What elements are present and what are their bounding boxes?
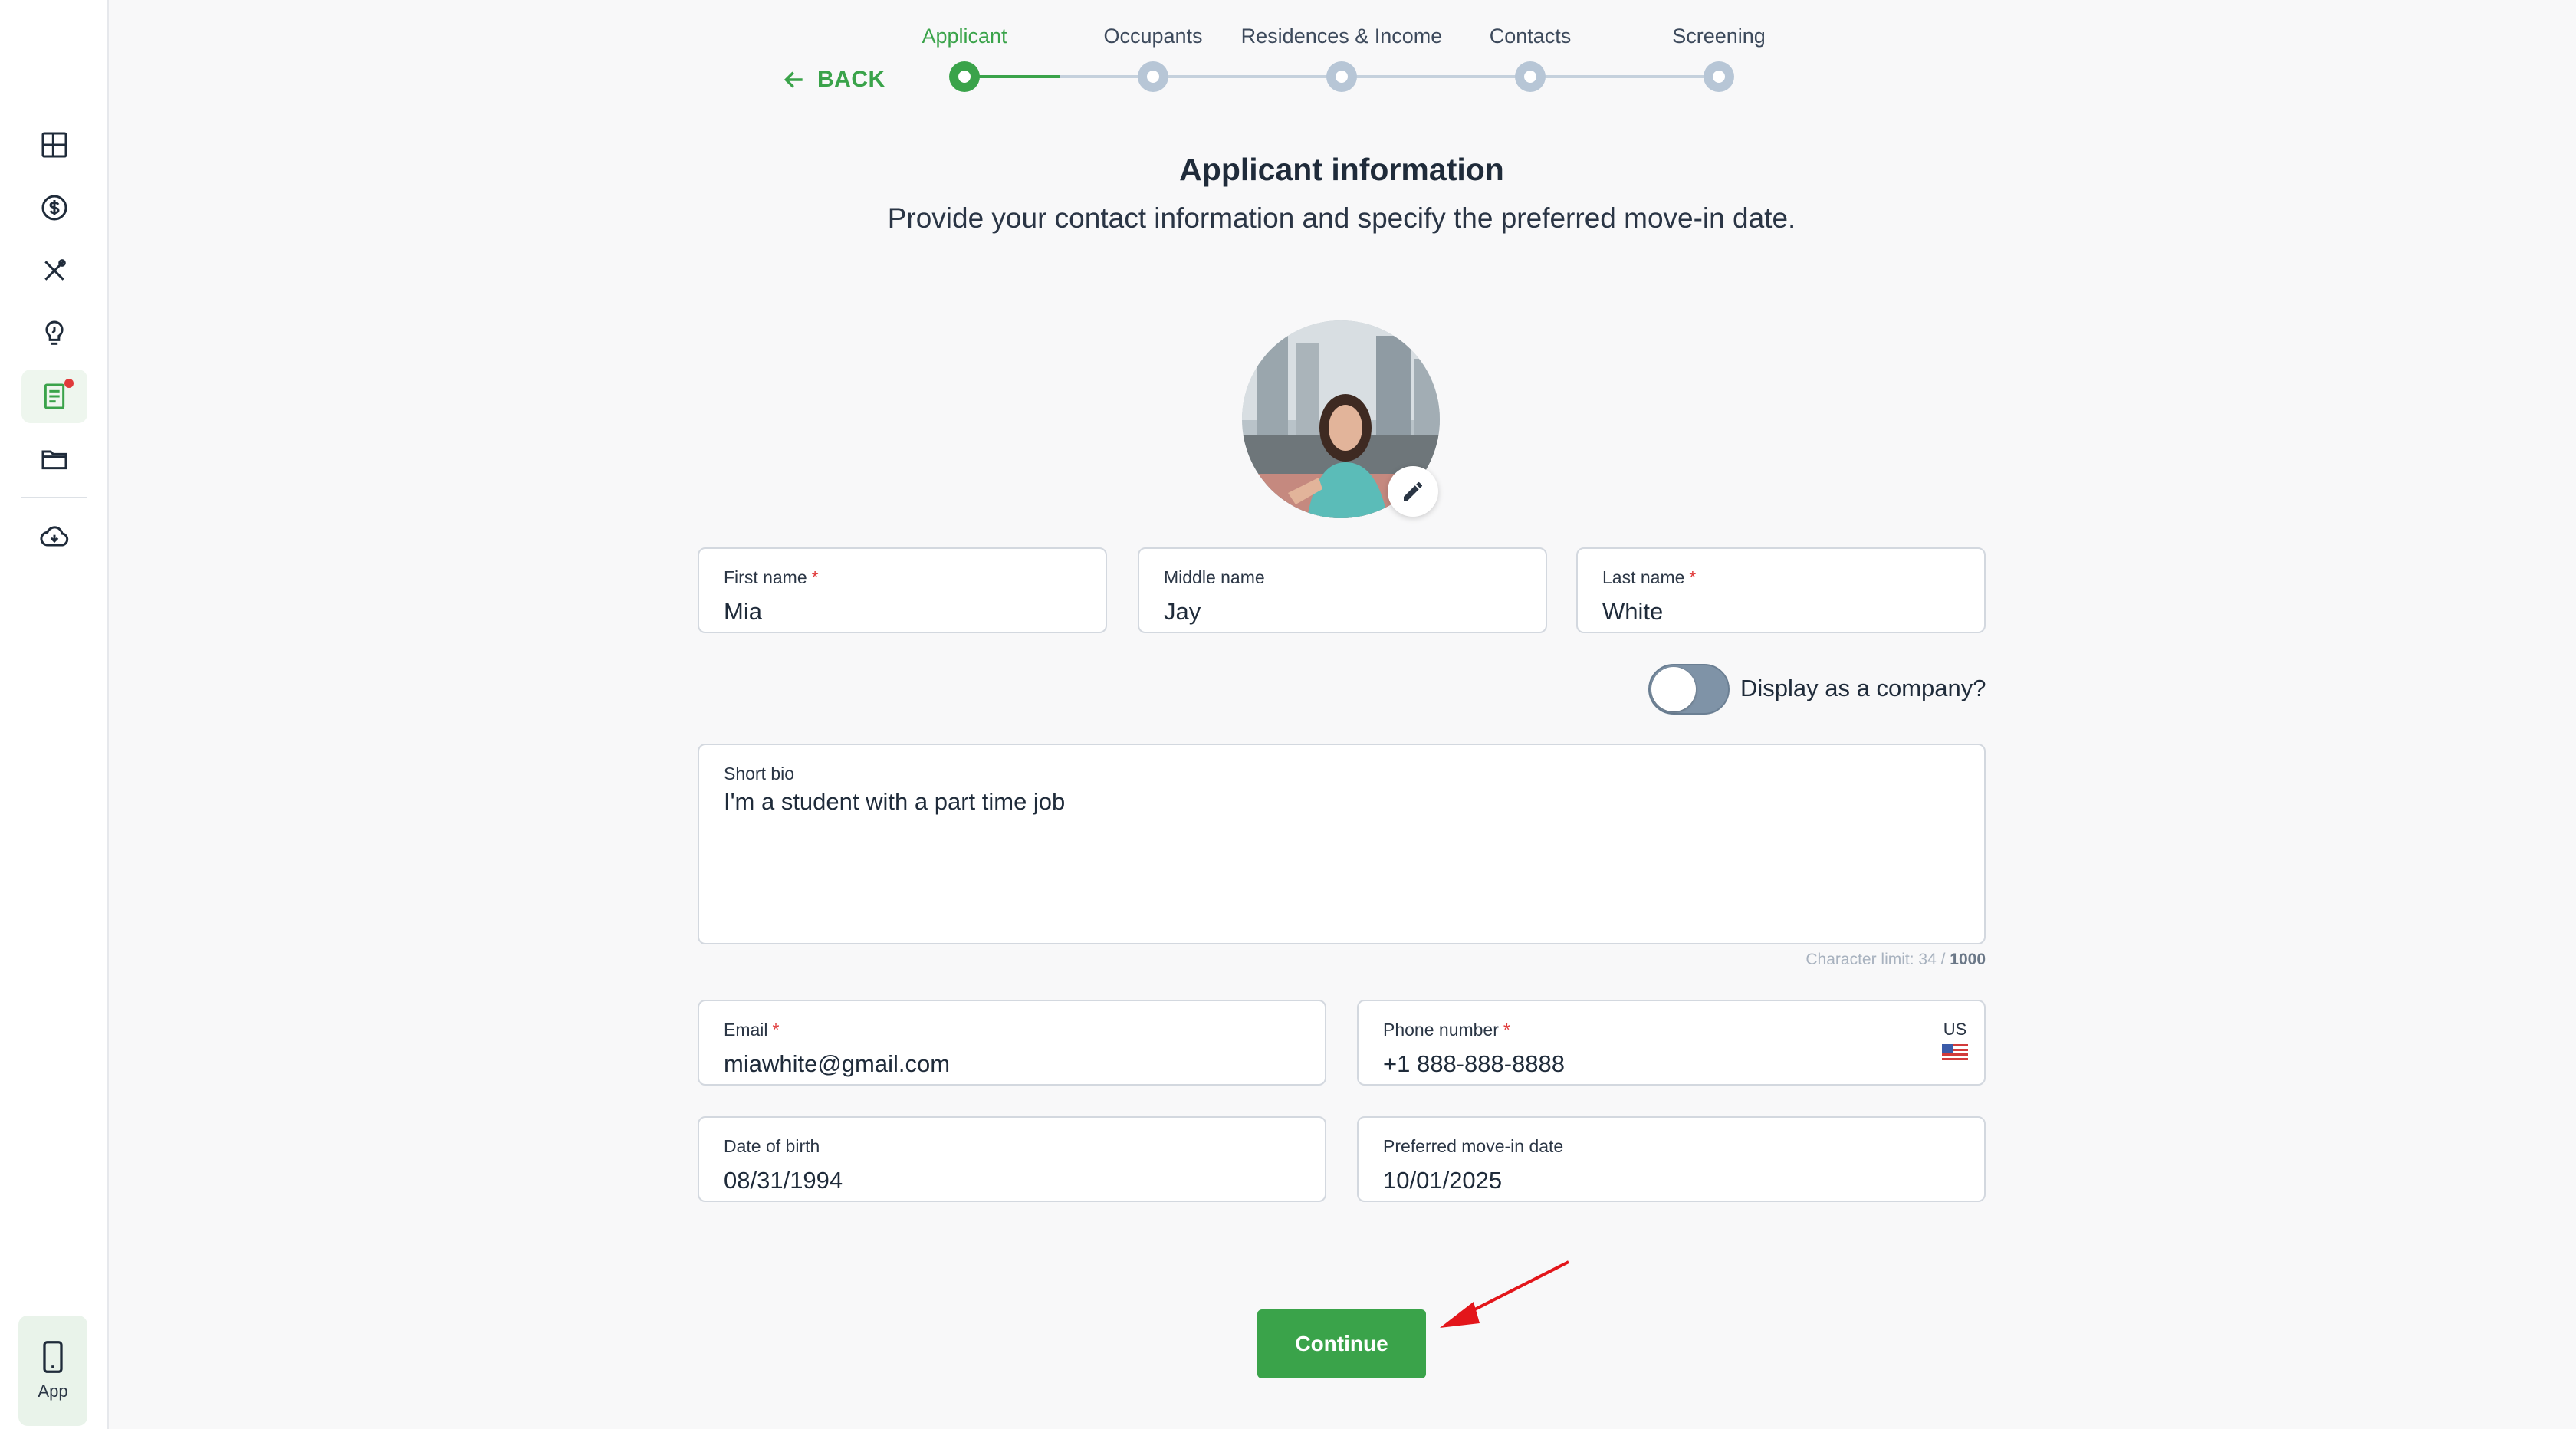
move-in-date-label: Preferred move-in date	[1383, 1136, 1564, 1156]
email-value[interactable]: miawhite@gmail.com	[724, 1050, 950, 1078]
short-bio-label: Short bio	[724, 764, 795, 783]
step-connector	[1355, 75, 1520, 78]
step-label-screening[interactable]: Screening	[1604, 25, 1834, 48]
middle-name-value[interactable]: Jay	[1164, 598, 1201, 626]
folder-icon[interactable]	[21, 432, 87, 486]
step-connector	[1167, 75, 1331, 78]
character-limit: Character limit: 34 / 1000	[1806, 951, 1986, 968]
middle-name-label: Middle name	[1164, 567, 1265, 587]
sidebar-divider	[21, 497, 87, 498]
page-subtitle: Provide your contact information and spe…	[887, 202, 1796, 234]
step-dot-residences-income[interactable]	[1326, 61, 1357, 92]
edit-photo-button[interactable]	[1388, 466, 1438, 517]
step-connector	[1544, 75, 1708, 78]
email-field[interactable]: Email * miawhite@gmail.com	[698, 1000, 1326, 1086]
us-flag-icon	[1942, 1044, 1968, 1063]
country-code: US	[1943, 1020, 1967, 1039]
short-bio-value[interactable]: I'm a student with a part time job	[724, 788, 1065, 816]
mobile-phone-icon	[43, 1341, 63, 1373]
step-dot-contacts[interactable]	[1515, 61, 1546, 92]
last-name-label: Last name *	[1602, 567, 1697, 587]
progress-stepper: Applicant Occupants Residences & Income …	[0, 0, 2576, 100]
move-in-date-value[interactable]: 10/01/2025	[1383, 1167, 1502, 1194]
page-title: Applicant information	[1179, 152, 1504, 187]
step-dot-screening[interactable]	[1704, 61, 1734, 92]
app-button[interactable]: App	[18, 1316, 87, 1426]
continue-button[interactable]: Continue	[1257, 1309, 1426, 1378]
step-dot-occupants[interactable]	[1138, 61, 1168, 92]
phone-number-field[interactable]: Phone number * +1 888-888-8888 US	[1357, 1000, 1986, 1086]
short-bio-field[interactable]: Short bio I'm a student with a part time…	[698, 744, 1986, 944]
lightbulb-icon[interactable]	[21, 307, 87, 360]
annotation-arrow-icon	[1440, 1260, 1569, 1328]
email-label: Email *	[724, 1020, 780, 1040]
last-name-field[interactable]: Last name * White	[1576, 547, 1986, 633]
step-dot-applicant[interactable]	[949, 61, 980, 92]
pencil-icon	[1404, 481, 1422, 501]
first-name-label: First name *	[724, 567, 819, 587]
move-in-date-field[interactable]: Preferred move-in date 10/01/2025	[1357, 1116, 1986, 1202]
date-of-birth-label: Date of birth	[724, 1136, 820, 1156]
phone-number-value[interactable]: +1 888-888-8888	[1383, 1050, 1565, 1078]
app-label: App	[38, 1381, 68, 1401]
date-of-birth-value[interactable]: 08/31/1994	[724, 1167, 843, 1194]
country-selector[interactable]: US	[1940, 1020, 1970, 1063]
middle-name-field[interactable]: Middle name Jay	[1138, 547, 1547, 633]
first-name-value[interactable]: Mia	[724, 598, 762, 626]
document-icon[interactable]	[21, 370, 87, 423]
notification-dot	[64, 379, 74, 388]
tools-icon[interactable]	[21, 244, 87, 297]
cloud-download-icon[interactable]	[21, 511, 87, 564]
company-toggle-label: Display as a company?	[1740, 675, 1986, 701]
phone-number-label: Phone number *	[1383, 1020, 1510, 1040]
company-toggle[interactable]	[1648, 664, 1730, 714]
toggle-knob	[1651, 667, 1696, 711]
date-of-birth-field[interactable]: Date of birth 08/31/1994	[698, 1116, 1326, 1202]
first-name-field[interactable]: First name * Mia	[698, 547, 1107, 633]
last-name-value[interactable]: White	[1602, 598, 1663, 626]
